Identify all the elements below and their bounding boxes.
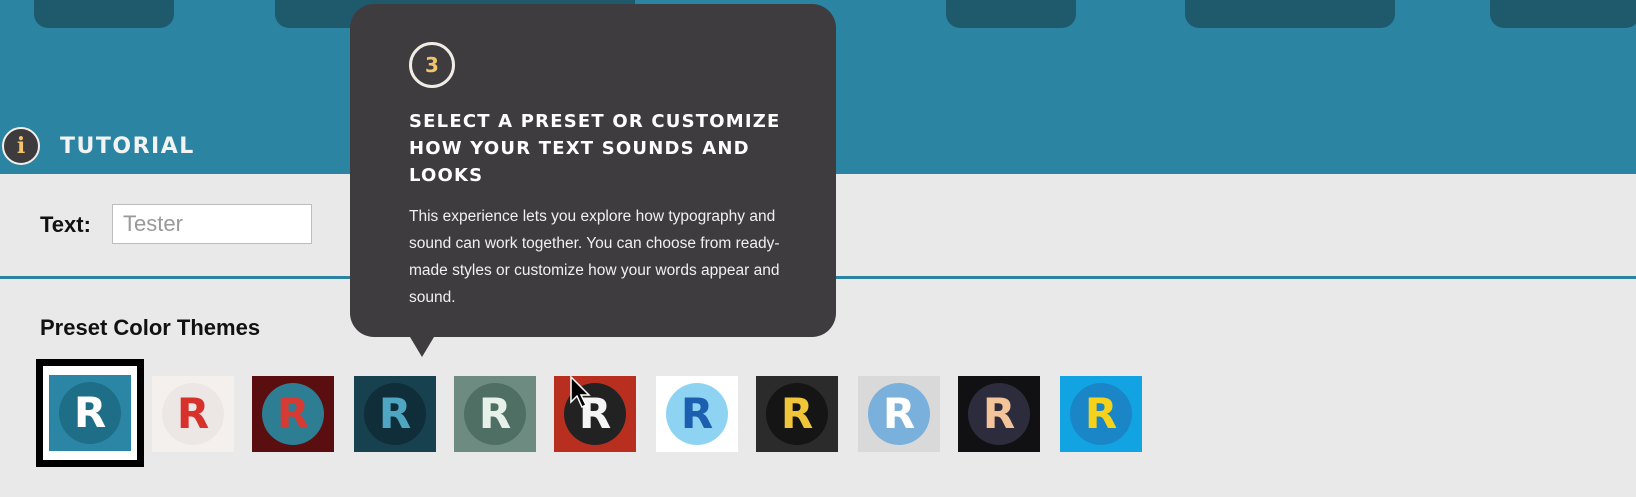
top-tab[interactable] [1490,0,1636,28]
swatch-letter: R [176,389,210,438]
swatch-circle: R [59,382,121,444]
top-tab[interactable] [1185,0,1395,28]
swatch-letter: R [1084,389,1118,438]
tutorial-label[interactable]: TUTORIAL [60,134,195,159]
swatch-circle: R [1070,383,1132,445]
swatch-letter: R [478,389,512,438]
tutorial-tooltip: 3 Select a preset or customize how your … [350,4,836,357]
preset-theme-swatch[interactable]: R [1060,376,1142,452]
tooltip-title: Select a preset or customize how your te… [409,111,781,186]
mouse-cursor-icon [570,375,591,409]
preset-theme-swatch[interactable]: R [756,376,838,452]
top-tab[interactable] [946,0,1076,28]
preset-theme-swatch[interactable]: R [554,376,636,452]
swatch-letter: R [982,389,1016,438]
top-tab[interactable] [34,0,174,28]
preset-theme-swatch[interactable]: R [454,376,536,452]
swatch-circle: R [262,383,324,445]
swatch-circle: R [464,383,526,445]
preset-theme-swatch[interactable]: R [858,376,940,452]
swatch-circle: R [364,383,426,445]
info-icon[interactable]: i [2,127,40,165]
step-number-badge: 3 [409,42,455,88]
swatch-circle: R [666,383,728,445]
swatch-circle: R [968,383,1030,445]
swatch-letter: R [780,389,814,438]
preset-theme-swatch[interactable]: R [152,376,234,452]
preset-theme-swatch[interactable]: R [656,376,738,452]
preset-theme-swatch[interactable]: R [354,376,436,452]
swatch-letter: R [276,389,310,438]
preset-theme-swatch[interactable]: R [252,376,334,452]
swatch-circle: R [766,383,828,445]
swatch-letter: R [882,389,916,438]
text-field-label: Text: [40,212,91,237]
swatch-letter: R [73,388,107,437]
presets-title: Preset Color Themes [40,315,261,340]
tooltip-body: This experience lets you explore how typ… [409,208,780,306]
swatch-circle: R [162,383,224,445]
text-input[interactable] [112,204,312,244]
swatch-circle: R [868,383,930,445]
preset-theme-swatch[interactable]: R [958,376,1040,452]
swatch-letter: R [680,389,714,438]
preset-theme-swatch[interactable]: R [36,359,144,467]
swatch-letter: R [378,389,412,438]
